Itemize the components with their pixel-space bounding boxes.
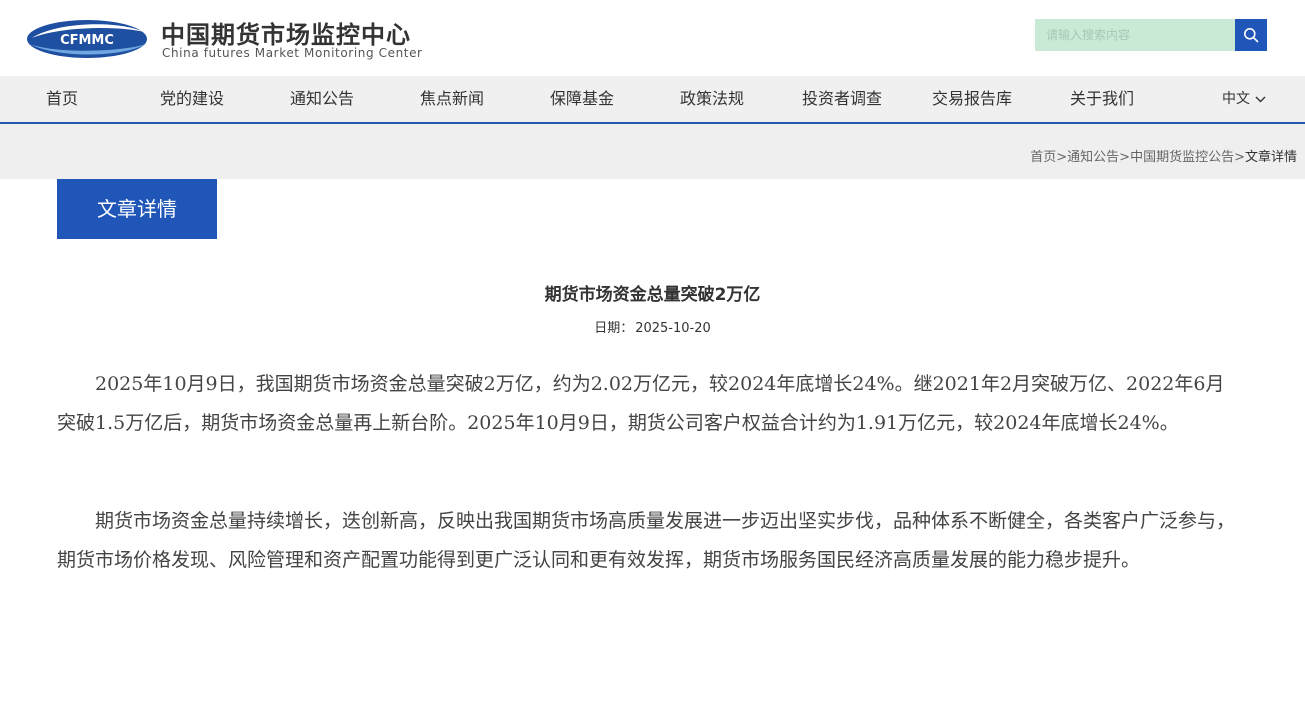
cfmmc-logo[interactable]: CFMMC xyxy=(26,18,148,60)
nav-item-home[interactable]: 首页 xyxy=(46,76,78,122)
main-nav: 首页 党的建设 通知公告 焦点新闻 保障基金 政策法规 投资者调查 交易报告库 … xyxy=(0,76,1305,124)
site-title-en: China futures Market Monitoring Center xyxy=(162,46,423,60)
nav-item-trade-reports[interactable]: 交易报告库 xyxy=(932,76,1012,122)
nav-item-focus-news[interactable]: 焦点新闻 xyxy=(420,76,484,122)
breadcrumb-separator: > xyxy=(1119,150,1131,165)
breadcrumb-monitoring-notices[interactable]: 中国期货监控公告 xyxy=(1130,150,1234,165)
search-input[interactable] xyxy=(1035,19,1235,51)
article-date-label: 日期： xyxy=(594,321,634,336)
nav-item-investor-survey[interactable]: 投资者调查 xyxy=(802,76,882,122)
breadcrumb: 首页>通知公告>中国期货监控公告>文章详情 xyxy=(1030,146,1297,165)
site-header: CFMMC 中国期货市场监控中心 China futures Market Mo… xyxy=(0,0,1305,76)
search-icon xyxy=(1244,28,1259,43)
logo-text: CFMMC xyxy=(60,33,114,48)
breadcrumb-separator: > xyxy=(1056,150,1068,165)
breadcrumb-band: 首页>通知公告>中国期货监控公告>文章详情 xyxy=(0,124,1305,179)
search-button[interactable] xyxy=(1235,19,1267,51)
breadcrumb-current: 文章详情 xyxy=(1244,150,1297,165)
language-selector[interactable]: 中文 xyxy=(1222,76,1266,122)
article-paragraph: 期货市场资金总量持续增长，迭创新高，反映出我国期货市场高质量发展进一步迈出坚实步… xyxy=(57,510,1236,571)
nav-item-protection-fund[interactable]: 保障基金 xyxy=(550,76,614,122)
section-tab-article-detail: 文章详情 xyxy=(57,179,217,239)
nav-item-about-us[interactable]: 关于我们 xyxy=(1070,76,1134,122)
article-date-value: 2025-10-20 xyxy=(635,321,711,336)
nav-item-policies[interactable]: 政策法规 xyxy=(680,76,744,122)
chevron-down-icon xyxy=(1255,96,1266,102)
article-title: 期货市场资金总量突破2万亿 xyxy=(544,285,761,305)
language-label: 中文 xyxy=(1222,91,1250,107)
breadcrumb-separator: > xyxy=(1234,150,1245,165)
nav-item-party-building[interactable]: 党的建设 xyxy=(160,76,224,122)
site-title-cn: 中国期货市场监控中心 xyxy=(161,21,411,49)
nav-item-notices[interactable]: 通知公告 xyxy=(290,76,354,122)
article-paragraph: 2025年10月9日，我国期货市场资金总量突破2万亿，约为2.02万亿元，较20… xyxy=(57,373,1225,434)
breadcrumb-notices[interactable]: 通知公告 xyxy=(1067,150,1119,165)
article-date: 日期： 2025-10-20 xyxy=(0,317,1305,336)
breadcrumb-home[interactable]: 首页 xyxy=(1030,150,1056,165)
